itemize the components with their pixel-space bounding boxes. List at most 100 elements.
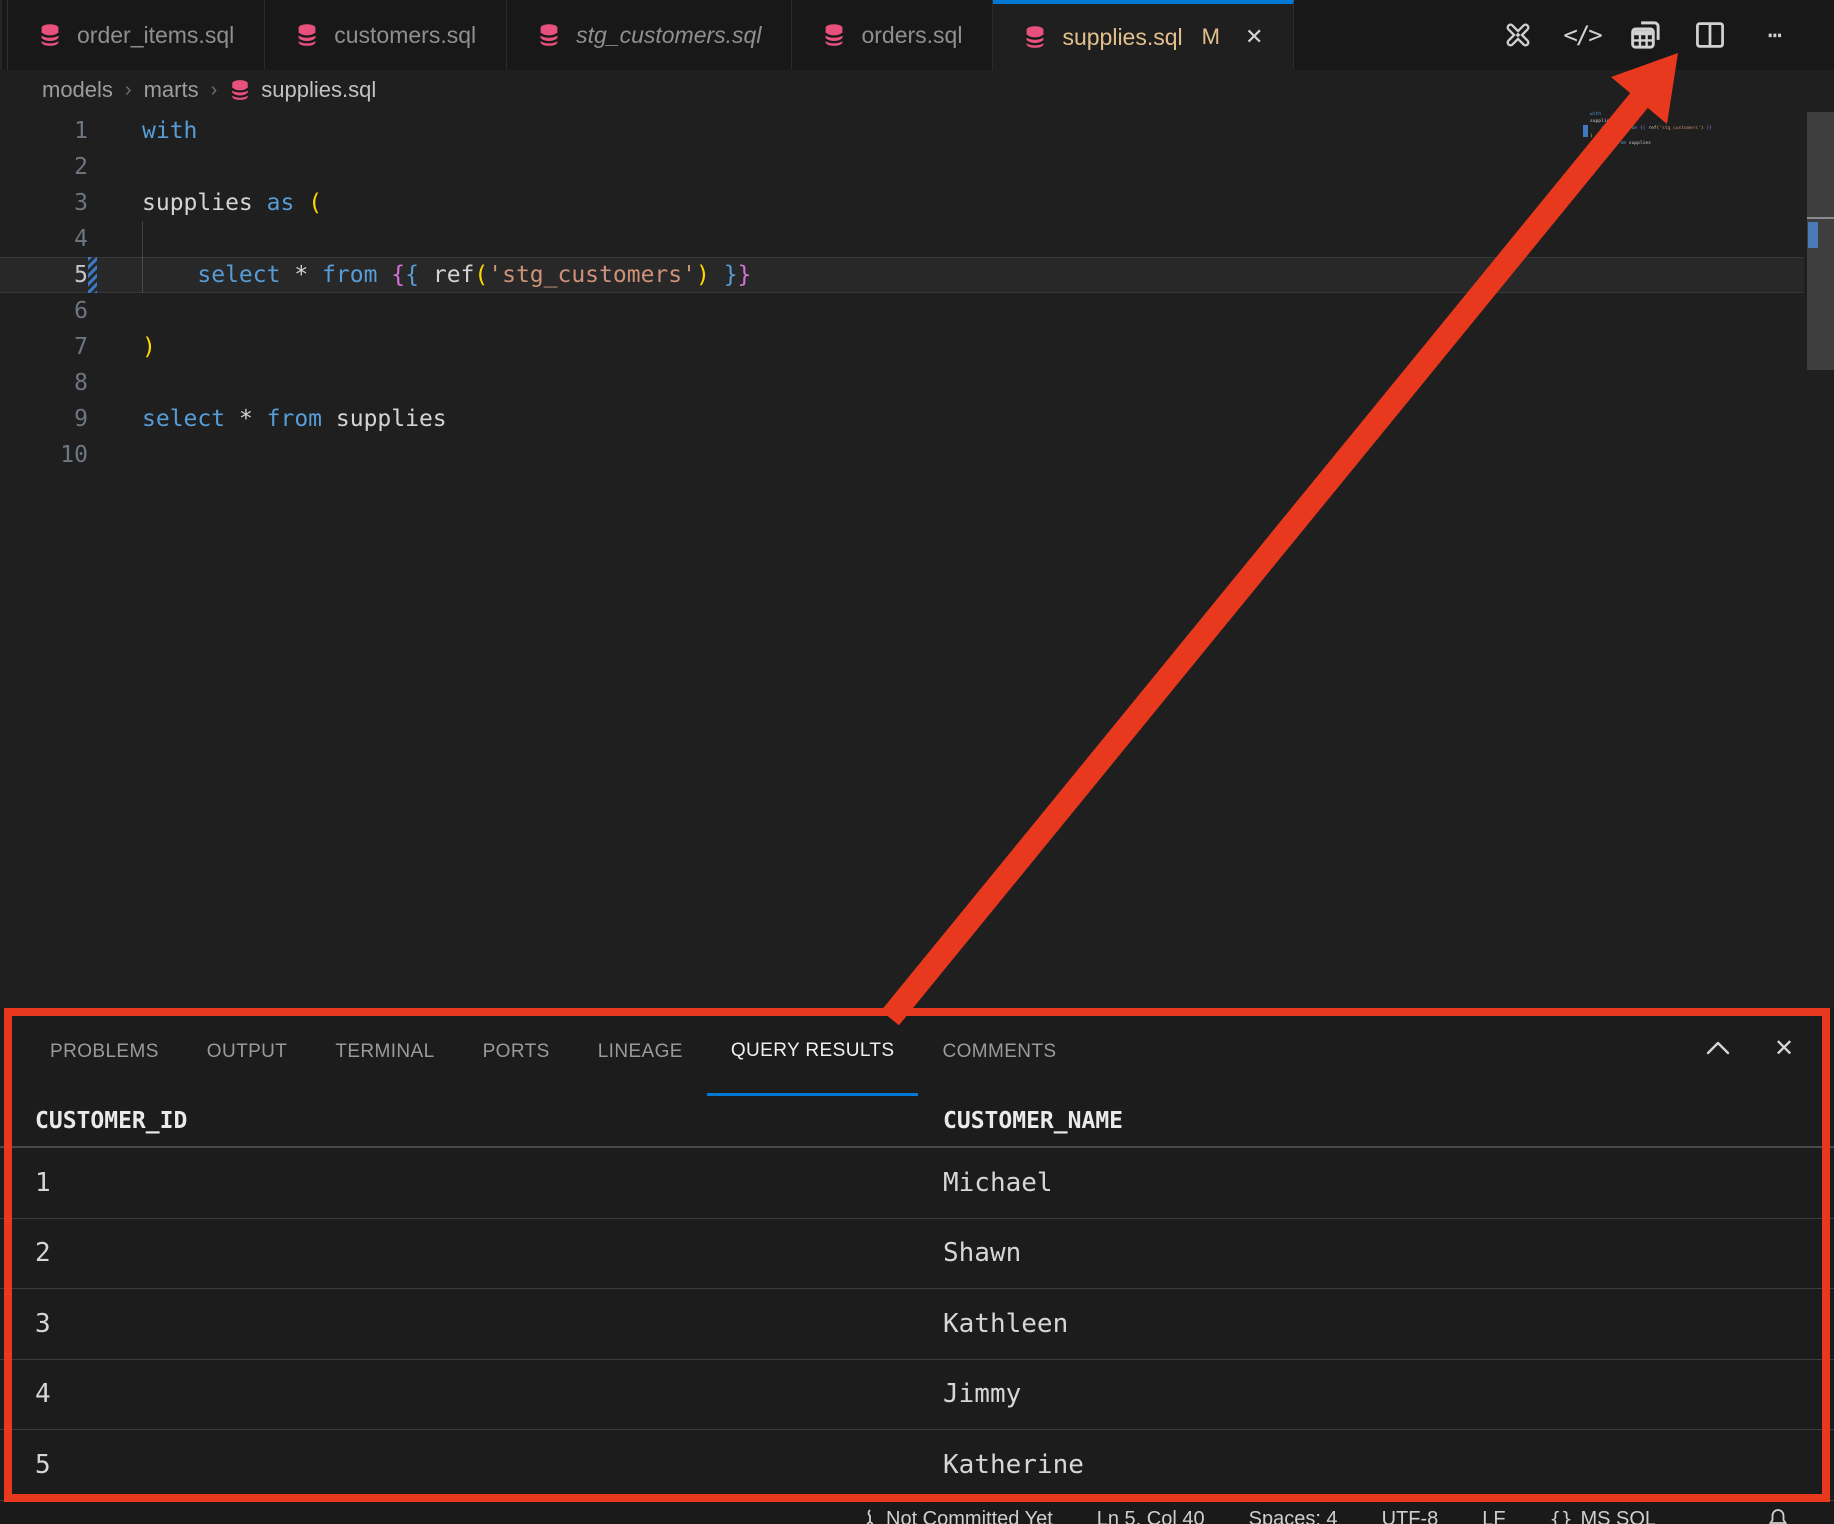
braces-icon: {}	[1550, 1508, 1573, 1524]
query-results-table: CUSTOMER_ID CUSTOMER_NAME 1Michael2Shawn…	[0, 1096, 1834, 1501]
code-text: select * from supplies	[88, 401, 447, 437]
panel-tab-label: QUERY RESULTS	[731, 1040, 895, 1062]
status-ln-5-col-40[interactable]: Ln 5, Col 40	[1097, 1508, 1205, 1524]
code-text: supplies as (	[88, 185, 322, 221]
maximize-panel-icon[interactable]	[1698, 1028, 1738, 1068]
tab-order_items-sql[interactable]: order_items.sql	[8, 0, 265, 70]
minimap[interactable]: with supplies as ( select * from {{ ref(…	[1590, 113, 1790, 149]
line-number: 8	[0, 365, 88, 401]
table-row[interactable]: 2Shawn	[0, 1219, 1834, 1290]
results-header-row: CUSTOMER_ID CUSTOMER_NAME	[0, 1096, 1834, 1148]
panel-tab-comments[interactable]: COMMENTS	[918, 1008, 1080, 1096]
line-number: 7	[0, 329, 88, 365]
panel-tab-output[interactable]: OUTPUT	[183, 1008, 312, 1096]
tab-stg_customers-sql[interactable]: stg_customers.sql	[507, 0, 792, 70]
panel-tab-terminal[interactable]: TERMINAL	[311, 1008, 458, 1096]
panel-actions: ✕	[1698, 1028, 1804, 1068]
panel-tab-label: LINEAGE	[598, 1041, 683, 1063]
column-header[interactable]: CUSTOMER_ID	[0, 1108, 943, 1134]
line-number: 6	[0, 293, 88, 329]
panel-tab-lineage[interactable]: LINEAGE	[574, 1008, 707, 1096]
table-row[interactable]: 1Michael	[0, 1148, 1834, 1219]
line-number: 2	[0, 149, 88, 185]
code-text: )	[88, 329, 156, 365]
code-line[interactable]: 7)	[0, 329, 1804, 365]
code-line[interactable]: 5 select * from {{ ref('stg_customers') …	[0, 257, 1804, 293]
database-file-icon	[38, 23, 62, 47]
tab-label: stg_customers.sql	[576, 22, 761, 49]
code-line[interactable]: 6	[0, 293, 1804, 329]
code-line[interactable]: 10	[0, 437, 1804, 473]
close-tab-icon[interactable]: ✕	[1245, 24, 1263, 50]
code-line[interactable]: 1with	[0, 113, 1804, 149]
cell-customer-id: 5	[0, 1450, 943, 1480]
code-line[interactable]: 2	[0, 149, 1804, 185]
database-file-icon	[537, 23, 561, 47]
panel-tab-ports[interactable]: PORTS	[459, 1008, 574, 1096]
query-results-icon[interactable]	[1628, 17, 1664, 53]
code-editor[interactable]: models›marts› supplies.sql 1with23suppli…	[0, 70, 1834, 1008]
line-number: 4	[0, 221, 88, 257]
more-actions-icon[interactable]: ⋯	[1756, 17, 1792, 53]
cell-customer-id: 3	[0, 1309, 943, 1339]
panel-tab-label: PORTS	[483, 1041, 550, 1063]
code-line[interactable]: 8	[0, 365, 1804, 401]
dbt-icon[interactable]	[1500, 17, 1536, 53]
tab-label: supplies.sql	[1062, 24, 1182, 51]
status-spaces-4[interactable]: Spaces: 4	[1249, 1508, 1338, 1524]
status-not-committed-yet[interactable]: Not Committed Yet	[862, 1508, 1053, 1524]
code-text	[88, 293, 142, 329]
code-line[interactable]: 9select * from supplies	[0, 401, 1804, 437]
minimap-modified-marker	[1583, 125, 1588, 137]
panel-tab-problems[interactable]: PROBLEMS	[26, 1008, 183, 1096]
scrollbar-thumb-edge	[1807, 217, 1834, 219]
code-text	[88, 221, 142, 257]
database-file-icon	[1023, 25, 1047, 49]
breadcrumb-separator-icon: ›	[125, 79, 132, 102]
line-number: 9	[0, 401, 88, 437]
tab-label: order_items.sql	[77, 22, 234, 49]
status-bell-icon[interactable]	[1768, 1508, 1788, 1524]
panel-tab-query-results[interactable]: QUERY RESULTS	[707, 1008, 919, 1096]
cell-customer-id: 4	[0, 1379, 943, 1409]
code-text: with	[88, 113, 197, 149]
breadcrumb-item[interactable]: marts	[144, 77, 199, 103]
status-lf[interactable]: LF	[1482, 1508, 1505, 1524]
tab-customers-sql[interactable]: customers.sql	[265, 0, 507, 70]
tab-supplies-sql[interactable]: supplies.sqlM✕	[993, 0, 1294, 70]
code-line[interactable]: 3supplies as (	[0, 185, 1804, 221]
code-line[interactable]: 4	[0, 221, 1804, 257]
table-row[interactable]: 3Kathleen	[0, 1289, 1834, 1360]
editor-tabs: order_items.sql customers.sql stg_custom…	[8, 0, 1294, 70]
status-ms-sql[interactable]: {}MS SQL	[1550, 1508, 1656, 1524]
status-label: Ln 5, Col 40	[1097, 1508, 1205, 1524]
line-number: 5	[0, 257, 88, 293]
tab-label: orders.sql	[861, 22, 962, 49]
code-text	[88, 149, 142, 185]
status-label: Spaces: 4	[1249, 1508, 1338, 1524]
split-editor-icon[interactable]	[1692, 17, 1728, 53]
table-row[interactable]: 5Katherine	[0, 1430, 1834, 1501]
tab-orders-sql[interactable]: orders.sql	[792, 0, 993, 70]
code-lines[interactable]: 1with23supplies as (45 select * from {{ …	[0, 113, 1804, 473]
cell-customer-name: Jimmy	[943, 1379, 1834, 1409]
table-row[interactable]: 4Jimmy	[0, 1360, 1834, 1431]
open-code-icon[interactable]: </>	[1564, 17, 1600, 53]
status-utf-8[interactable]: UTF-8	[1382, 1508, 1439, 1524]
cell-customer-name: Katherine	[943, 1450, 1834, 1480]
cell-customer-name: Michael	[943, 1168, 1834, 1198]
status-label: LF	[1482, 1508, 1505, 1524]
database-file-icon	[295, 23, 319, 47]
close-panel-icon[interactable]: ✕	[1764, 1028, 1804, 1068]
breadcrumb-item[interactable]: models	[42, 77, 113, 103]
panel-tab-label: TERMINAL	[335, 1041, 434, 1063]
vscode-window: order_items.sql customers.sql stg_custom…	[0, 0, 1834, 1524]
column-header[interactable]: CUSTOMER_NAME	[943, 1108, 1834, 1134]
code-text: select * from {{ ref('stg_customers') }}	[88, 257, 751, 293]
editor-scrollbar[interactable]	[1807, 70, 1834, 1008]
breadcrumb-file[interactable]: supplies.sql	[229, 77, 376, 103]
cell-customer-name: Shawn	[943, 1238, 1834, 1268]
breadcrumb-file-label: supplies.sql	[261, 77, 376, 103]
code-text	[88, 437, 142, 473]
editor-actions: </> ⋯	[1500, 0, 1834, 70]
